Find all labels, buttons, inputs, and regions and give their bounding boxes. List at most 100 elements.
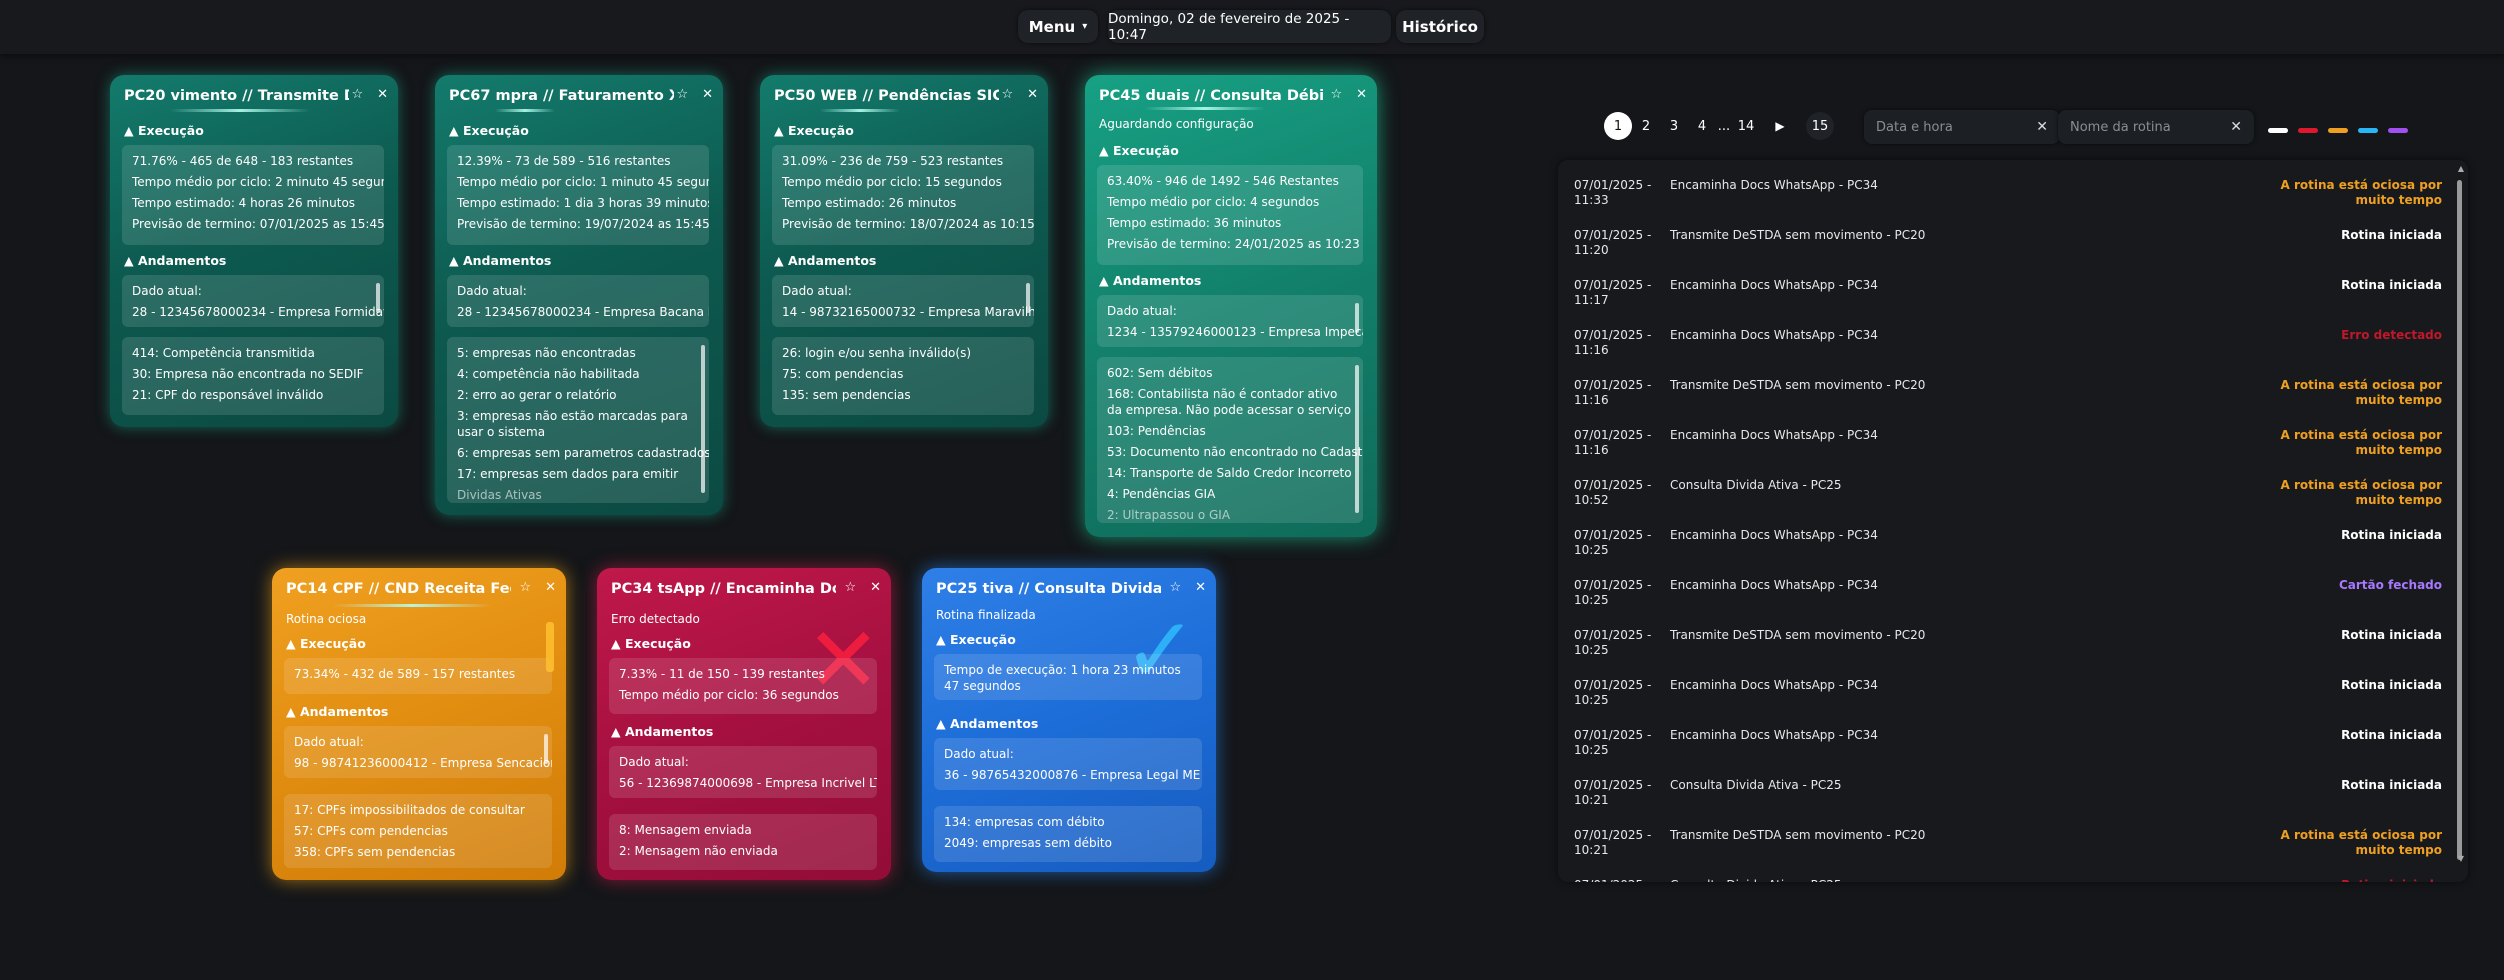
top-bar: Menu ▾ Domingo, 02 de fevereiro de 2025 … <box>0 0 2504 54</box>
star-icon[interactable]: ☆ <box>676 87 688 102</box>
execution-heading[interactable]: ▲ Execução <box>124 123 204 138</box>
log-row[interactable]: 07/01/2025 - 11:33 Encaminha Docs WhatsAp… <box>1574 172 2452 222</box>
page-15[interactable]: 15 <box>1806 112 1834 140</box>
progress-heading[interactable]: ▲ Andamentos <box>124 253 226 268</box>
progress-heading[interactable]: ▲ Andamentos <box>611 724 713 739</box>
close-icon[interactable]: ✕ <box>545 580 556 595</box>
log-row[interactable]: 07/01/2025 - 10:52 Consulta Divida Ativa … <box>1574 472 2452 522</box>
execution-heading[interactable]: ▲ Execução <box>611 636 691 651</box>
close-icon[interactable]: ✕ <box>1356 87 1367 102</box>
log-row[interactable]: 07/01/2025 - 10:25 Encaminha Docs WhatsAp… <box>1574 672 2452 722</box>
card-title: PC25 tiva // Consulta Divida Ativa <box>936 581 1161 597</box>
log-status: A rotina está ociosa por muito tempo <box>2280 828 2442 857</box>
log-row[interactable]: 07/01/2025 - 11:16 Transmite DeSTDA sem m… <box>1574 372 2452 422</box>
clear-icon[interactable]: ✕ <box>2036 119 2048 135</box>
star-icon[interactable]: ☆ <box>519 580 531 595</box>
current-data-value: 56 - 12369874000698 - Empresa Incrivel L… <box>619 776 877 790</box>
execution-heading[interactable]: ▲ Execução <box>286 636 366 651</box>
progress-heading[interactable]: ▲ Andamentos <box>449 253 551 268</box>
history-button[interactable]: Histórico <box>1396 10 1484 43</box>
list-item: 30: Empresa não encontrada no SEDIF <box>132 367 364 381</box>
close-icon[interactable]: ✕ <box>870 580 881 595</box>
close-icon[interactable]: ✕ <box>377 87 388 102</box>
next-page-icon[interactable]: ▶ <box>1766 112 1794 140</box>
color-filter-swatch[interactable] <box>2388 128 2408 133</box>
execution-heading[interactable]: ▲ Execução <box>774 123 854 138</box>
progress-heading[interactable]: ▲ Andamentos <box>936 716 1038 731</box>
page-3[interactable]: 3 <box>1660 112 1688 140</box>
progress-heading[interactable]: ▲ Andamentos <box>286 704 388 719</box>
scrollbar[interactable] <box>1026 283 1030 313</box>
log-row[interactable]: 07/01/2025 - 10:21 Transmite DeSTDA sem m… <box>1574 822 2452 872</box>
log-status: Rotina iniciada <box>2341 628 2442 642</box>
routine-name-filter-input[interactable]: Nome da rotina ✕ <box>2058 110 2254 144</box>
scroll-down-icon[interactable]: ▼ <box>2458 854 2464 863</box>
date-filter-input[interactable]: Data e hora ✕ <box>1864 110 2060 144</box>
log-row[interactable]: 07/01/2025 - 11:16 Encaminha Docs WhatsAp… <box>1574 422 2452 472</box>
routine-card-pc34[interactable]: PC34 tsApp // Encaminha Docs WhatsApp ☆ ✕… <box>597 568 891 880</box>
log-row[interactable]: 07/01/2025 - 10:25 Transmite DeSTDA sem m… <box>1574 622 2452 672</box>
scrollbar[interactable] <box>1355 303 1359 333</box>
close-icon[interactable]: ✕ <box>1027 87 1038 102</box>
close-icon[interactable]: ✕ <box>1195 580 1206 595</box>
execution-heading[interactable]: ▲ Execução <box>936 632 1016 647</box>
menu-button[interactable]: Menu ▾ <box>1018 10 1098 43</box>
scrollbar[interactable] <box>2457 180 2462 860</box>
list-item: 5: empresas não encontradas <box>457 346 636 360</box>
caret-up-icon: ▲ <box>936 716 946 731</box>
color-filter-swatch[interactable] <box>2298 128 2318 133</box>
clear-icon[interactable]: ✕ <box>2230 119 2242 135</box>
log-date: 07/01/2025 - 10:25 <box>1574 728 1652 757</box>
log-row[interactable]: 07/01/2025 - 10:25 Encaminha Docs WhatsAp… <box>1574 722 2452 772</box>
status-text: Rotina finalizada <box>936 608 1036 622</box>
routine-card-pc67[interactable]: PC67 mpra // Faturamento X Compra ☆ ✕ ▲ E… <box>435 75 723 515</box>
page-2[interactable]: 2 <box>1632 112 1660 140</box>
log-date: 07/01/2025 - 10:25 <box>1574 578 1652 607</box>
star-icon[interactable]: ☆ <box>1169 580 1181 595</box>
color-filter-swatch[interactable] <box>2328 128 2348 133</box>
close-icon[interactable]: ✕ <box>702 87 713 102</box>
execution-heading[interactable]: ▲ Execução <box>1099 143 1179 158</box>
scroll-up-icon[interactable]: ▲ <box>2458 164 2464 173</box>
routine-card-pc20[interactable]: PC20 vimento // Transmite DeSTDA sem mov… <box>110 75 398 427</box>
execution-line: 73.34% - 432 de 589 - 157 restantes <box>294 667 516 681</box>
page-14[interactable]: 14 <box>1732 112 1760 140</box>
color-filter-swatch[interactable] <box>2358 128 2378 133</box>
routine-card-pc14[interactable]: PC14 CPF // CND Receita Federal ☆ ✕ Rotin… <box>272 568 566 880</box>
color-filter-swatch[interactable] <box>2268 128 2288 133</box>
star-icon[interactable]: ☆ <box>1001 87 1013 102</box>
log-date: 07/01/2025 - 11:16 <box>1574 428 1652 457</box>
routine-card-pc50[interactable]: PC50 WEB // Pendências SIGISSWEB ☆ ✕ ▲ Ex… <box>760 75 1048 427</box>
execution-heading[interactable]: ▲ Execução <box>449 123 529 138</box>
execution-line: Previsão de termino: 19/07/2024 as 15:45 <box>457 217 709 231</box>
log-row[interactable]: 07/01/2025 - 11:20 Transmite DeSTDA sem m… <box>1574 222 2452 272</box>
routine-card-pc45[interactable]: PC45 duais // Consulta Débitos Estaduais… <box>1085 75 1377 537</box>
star-icon[interactable]: ☆ <box>844 580 856 595</box>
current-data-value: 28 - 12345678000234 - Empresa Bacana LTD… <box>457 305 709 319</box>
execution-line: 71.76% - 465 de 648 - 183 restantes <box>132 154 354 168</box>
log-row[interactable]: 07/01/2025 - 10:21 Consulta Divida Ativa … <box>1574 772 2452 822</box>
scrollbar[interactable] <box>376 283 380 313</box>
log-row[interactable]: 07/01/2025 - 10:20 Consulta Divida Ativa … <box>1574 872 2452 882</box>
log-date: 07/01/2025 - 11:20 <box>1574 228 1652 257</box>
log-row[interactable]: 07/01/2025 - 11:17 Encaminha Docs WhatsAp… <box>1574 272 2452 322</box>
scrollbar[interactable] <box>544 734 548 764</box>
history-log-panel: 07/01/2025 - 11:33 Encaminha Docs WhatsAp… <box>1558 160 2468 882</box>
execution-line: Tempo estimado: 4 horas 26 minutos <box>132 196 356 210</box>
star-icon[interactable]: ☆ <box>1330 87 1342 102</box>
star-icon[interactable]: ☆ <box>351 87 363 102</box>
log-status: Rotina iniciada <box>2341 678 2442 692</box>
scrollbar[interactable] <box>701 345 705 493</box>
page-1[interactable]: 1 <box>1604 112 1632 140</box>
log-status: Rotina iniciada <box>2341 778 2442 792</box>
log-row[interactable]: 07/01/2025 - 11:16 Encaminha Docs WhatsAp… <box>1574 322 2452 372</box>
scrollbar[interactable] <box>1355 365 1359 513</box>
log-row[interactable]: 07/01/2025 - 10:25 Encaminha Docs WhatsAp… <box>1574 522 2452 572</box>
progress-heading[interactable]: ▲ Andamentos <box>1099 273 1201 288</box>
current-data-label: Dado atual: <box>944 747 1014 761</box>
progress-glow <box>332 604 492 607</box>
log-row[interactable]: 07/01/2025 - 10:25 Encaminha Docs WhatsAp… <box>1574 572 2452 622</box>
routine-card-pc25[interactable]: PC25 tiva // Consulta Divida Ativa ☆ ✕ Ro… <box>922 568 1216 872</box>
progress-heading[interactable]: ▲ Andamentos <box>774 253 876 268</box>
page-4[interactable]: 4 <box>1688 112 1716 140</box>
